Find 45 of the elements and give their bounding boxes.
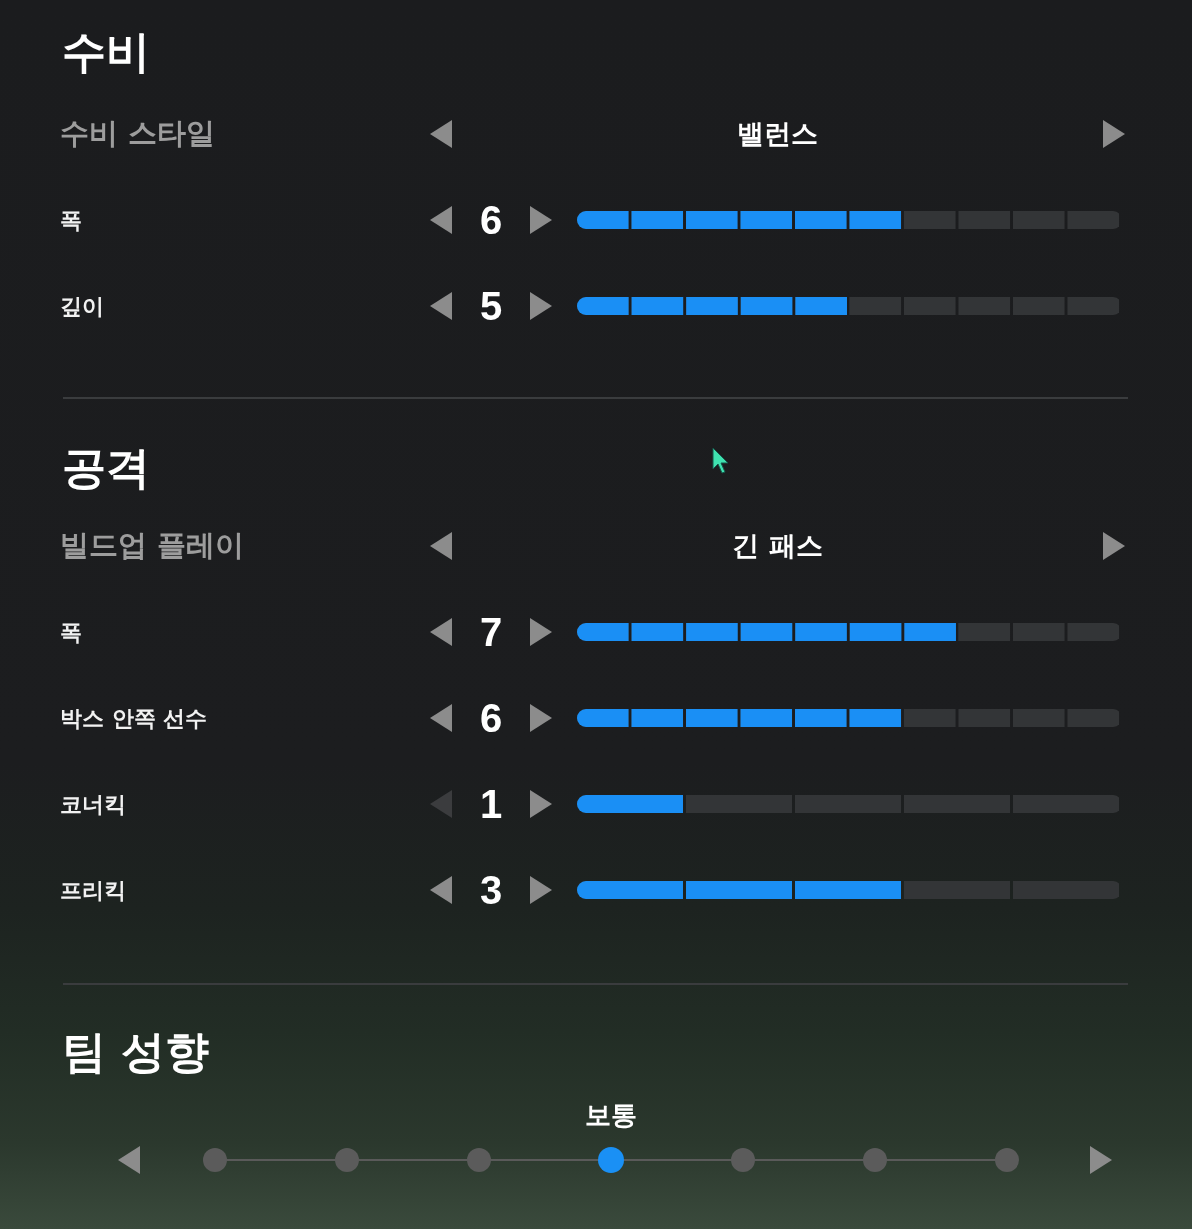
slider-dot-icon[interactable] xyxy=(598,1147,624,1173)
setting-label: 폭 xyxy=(60,619,82,645)
setting-value: 6 xyxy=(478,198,504,242)
slider-dot-icon[interactable] xyxy=(863,1148,887,1172)
left-arrow-icon[interactable] xyxy=(430,618,452,646)
setting-label: 수비 스타일 xyxy=(60,116,216,151)
option-value: 밸런스 xyxy=(736,116,819,151)
setting-value: 7 xyxy=(478,610,504,654)
right-arrow-icon[interactable] xyxy=(530,618,552,646)
left-arrow-icon[interactable] xyxy=(430,532,452,560)
setting-label: 폭 xyxy=(60,207,82,233)
section-title: 수비 xyxy=(62,25,150,79)
right-arrow-icon[interactable] xyxy=(530,704,552,732)
setting-label: 빌드업 플레이 xyxy=(60,528,245,563)
slider-dot-icon[interactable] xyxy=(335,1148,359,1172)
slider-value-label: 보통 xyxy=(585,1099,637,1132)
setting-value: 1 xyxy=(478,782,504,826)
setting-value: 3 xyxy=(478,868,504,912)
setting-value: 5 xyxy=(478,284,504,328)
slider-dot-icon[interactable] xyxy=(731,1148,755,1172)
left-arrow-icon[interactable] xyxy=(430,120,452,148)
left-arrow-icon[interactable] xyxy=(430,292,452,320)
setting-label: 박스 안쪽 선수 xyxy=(60,705,208,731)
right-arrow-icon[interactable] xyxy=(1090,1146,1112,1174)
setting-label: 프리킥 xyxy=(60,877,126,903)
setting-value: 6 xyxy=(478,696,504,740)
right-arrow-icon[interactable] xyxy=(1103,120,1125,148)
right-arrow-icon[interactable] xyxy=(530,790,552,818)
right-arrow-icon[interactable] xyxy=(530,876,552,904)
left-arrow-icon[interactable] xyxy=(430,206,452,234)
mouse-cursor-icon xyxy=(712,447,729,474)
option-value: 긴 패스 xyxy=(731,528,824,563)
setting-label: 코너킥 xyxy=(60,791,126,817)
left-arrow-icon[interactable] xyxy=(118,1146,140,1174)
right-arrow-icon[interactable] xyxy=(530,292,552,320)
slider-dot-icon[interactable] xyxy=(995,1148,1019,1172)
left-arrow-icon[interactable] xyxy=(430,704,452,732)
section-title: 공격 xyxy=(62,441,150,495)
section-title: 팀 성향 xyxy=(62,1025,210,1079)
slider-dot-icon[interactable] xyxy=(467,1148,491,1172)
setting-label: 깊이 xyxy=(60,293,104,319)
right-arrow-icon[interactable] xyxy=(530,206,552,234)
slider-dot-icon[interactable] xyxy=(203,1148,227,1172)
right-arrow-icon[interactable] xyxy=(1103,532,1125,560)
left-arrow-icon[interactable] xyxy=(430,876,452,904)
